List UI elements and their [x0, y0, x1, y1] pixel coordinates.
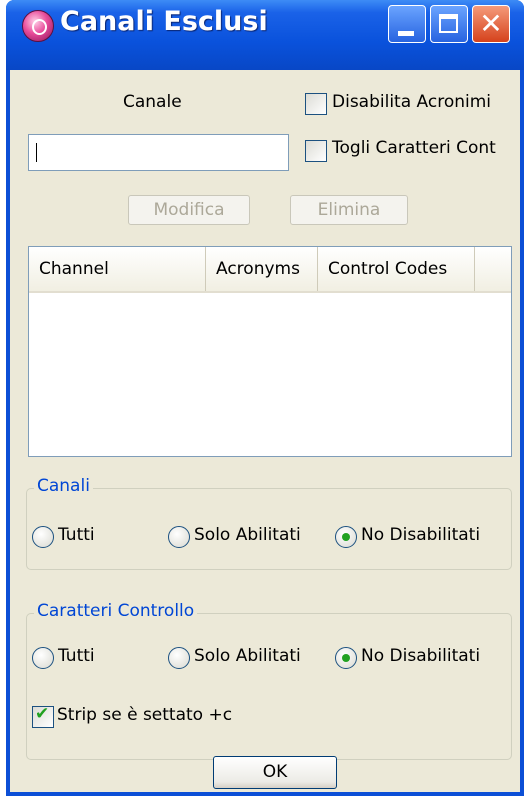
control-radio-no-disabled-label[interactable]: No Disabilitati	[361, 646, 480, 666]
channels-radio-no-disabled-label[interactable]: No Disabilitati	[361, 525, 480, 545]
channels-radio-all[interactable]	[32, 526, 54, 548]
strip-c-checkbox[interactable]	[32, 704, 54, 728]
control-radio-all[interactable]	[32, 647, 54, 669]
disable-acronyms-checkbox[interactable]	[305, 93, 327, 115]
minimize-button[interactable]	[388, 5, 426, 43]
control-radio-enabled-only[interactable]	[168, 647, 190, 669]
column-header-acronyms[interactable]: Acronyms	[206, 247, 318, 291]
control-radio-enabled-only-label[interactable]: Solo Abilitati	[194, 646, 301, 666]
column-header-channel[interactable]: Channel	[29, 247, 206, 291]
channels-radio-no-disabled[interactable]	[335, 526, 357, 548]
title-bar[interactable]: Canali Esclusi ✕	[6, 0, 524, 70]
list-header: Channel Acronyms Control Codes	[29, 247, 511, 293]
control-radio-all-label[interactable]: Tutti	[58, 646, 95, 666]
strip-control-chars-checkbox[interactable]	[305, 140, 327, 162]
maximize-button[interactable]	[430, 5, 468, 43]
text-caret	[36, 143, 37, 162]
close-icon: ✕	[479, 7, 503, 40]
column-header-control-codes[interactable]: Control Codes	[318, 247, 475, 291]
ok-button[interactable]: OK	[213, 756, 337, 789]
channels-group-title: Canali	[34, 476, 93, 496]
strip-c-label[interactable]: Strip se è settato +c	[57, 705, 232, 725]
delete-button[interactable]: Elimina	[290, 195, 408, 225]
disable-acronyms-label[interactable]: Disabilita Acronimi	[332, 92, 491, 112]
control-chars-groupbox	[26, 613, 512, 760]
control-radio-no-disabled[interactable]	[335, 647, 357, 669]
channels-list[interactable]: Channel Acronyms Control Codes	[28, 246, 512, 457]
control-chars-group-title: Caratteri Controllo	[34, 601, 198, 621]
dialog-body: Canale Disabilita Acronimi Togli Caratte…	[10, 70, 520, 792]
channels-radio-enabled-only[interactable]	[168, 526, 190, 548]
strip-control-chars-label[interactable]: Togli Caratteri Cont	[332, 138, 496, 158]
app-logo-icon[interactable]	[22, 10, 54, 42]
channel-label: Canale	[123, 92, 182, 112]
modify-button[interactable]: Modifica	[128, 195, 250, 225]
window-title: Canali Esclusi	[60, 6, 268, 37]
close-button[interactable]: ✕	[472, 5, 510, 43]
dialog-window: Canali Esclusi ✕ Canale Disabilita Acron…	[6, 0, 524, 796]
channel-input[interactable]	[28, 134, 289, 171]
channels-radio-enabled-only-label[interactable]: Solo Abilitati	[194, 525, 301, 545]
channels-radio-all-label[interactable]: Tutti	[58, 525, 95, 545]
